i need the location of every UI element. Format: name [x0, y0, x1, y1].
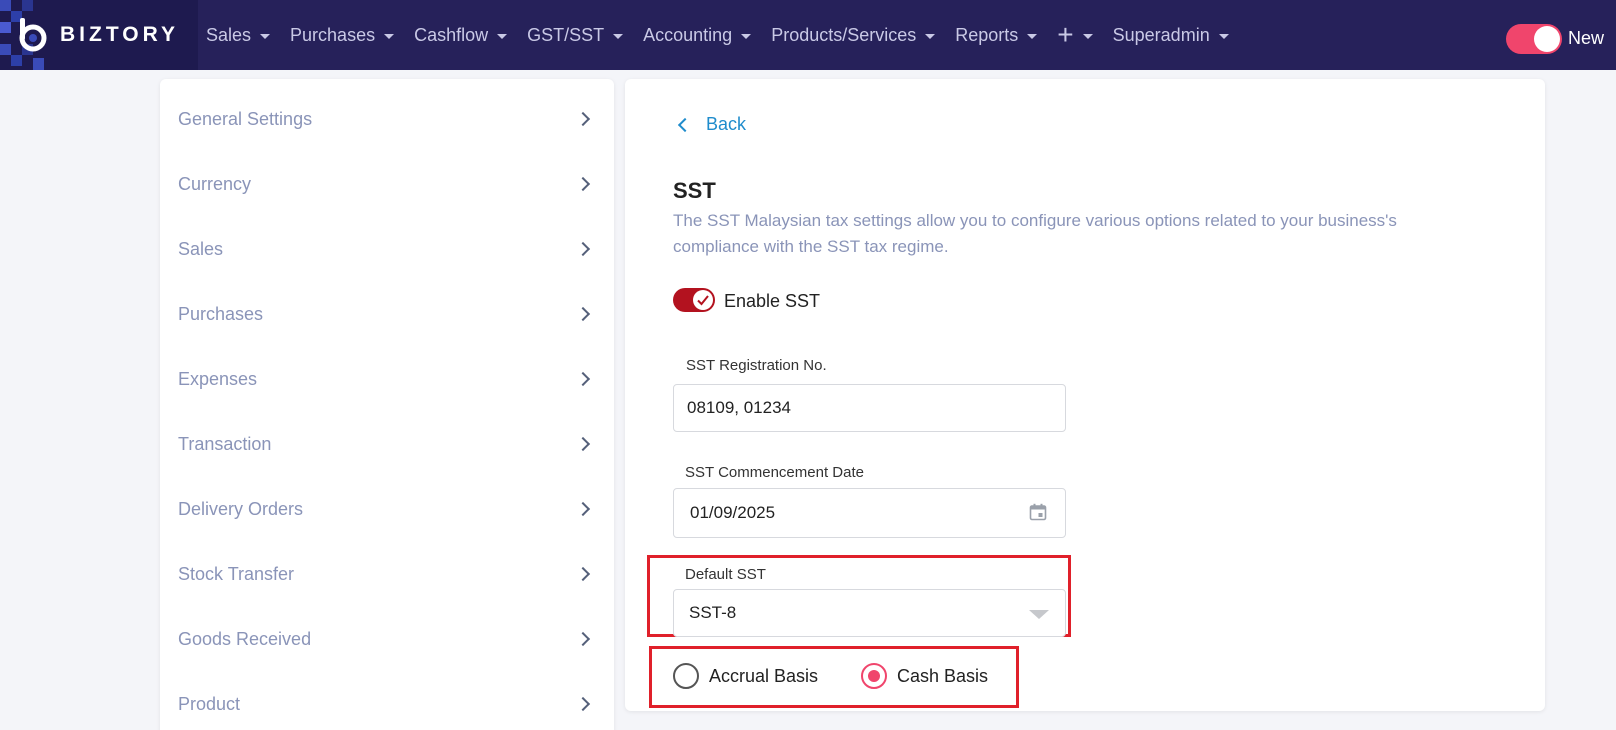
- caret-down-icon: [1027, 33, 1038, 39]
- back-label: Back: [706, 114, 747, 134]
- commencement-value: 01/09/2025: [690, 503, 776, 522]
- caret-down-icon: [384, 33, 395, 39]
- user-name: Superadmin: [1112, 24, 1210, 45]
- sidebar-item-expenses[interactable]: Expenses: [178, 359, 598, 399]
- enable-sst-label: Enable SST: [724, 291, 821, 311]
- radio-label: Cash Basis: [897, 665, 989, 686]
- nav-label: Purchases: [290, 24, 376, 45]
- page-description: The SST Malaysian tax settings allow you…: [673, 211, 1397, 256]
- chevron-right-icon: [575, 111, 591, 127]
- plus-icon: +: [1057, 19, 1074, 50]
- sidebar-item-label: Product: [178, 693, 241, 714]
- chevron-right-icon: [575, 696, 591, 712]
- new-ui-label: New: [1568, 28, 1605, 48]
- caret-down-icon: [1218, 33, 1229, 39]
- sidebar-item-delivery-orders[interactable]: Delivery Orders: [178, 489, 598, 529]
- nav-label: Sales: [206, 24, 252, 45]
- chevron-right-icon: [575, 566, 591, 582]
- brand-logo[interactable]: BIZTORY: [0, 0, 198, 70]
- main-nav: Sales Purchases Cashflow GST/SST Account…: [206, 0, 1249, 70]
- sidebar-item-purchases[interactable]: Purchases: [178, 294, 598, 334]
- caret-down-icon: [613, 33, 624, 39]
- nav-label: Cashflow: [414, 24, 489, 45]
- chevron-right-icon: [575, 631, 591, 647]
- page-title: SST: [673, 178, 716, 203]
- nav-accounting[interactable]: Accounting: [643, 24, 752, 46]
- commencement-label: SST Commencement Date: [685, 464, 864, 481]
- sidebar-item-label: Purchases: [178, 303, 264, 324]
- sidebar-item-label: Expenses: [178, 368, 258, 389]
- caret-down-icon: [497, 33, 508, 39]
- nav-label: Products/Services: [771, 24, 917, 45]
- enable-sst-toggle[interactable]: [673, 288, 715, 312]
- cash-basis-radio[interactable]: Cash Basis: [861, 663, 988, 689]
- nav-sales[interactable]: Sales: [206, 24, 271, 46]
- sidebar-item-general-settings[interactable]: General Settings: [178, 99, 598, 139]
- chevron-right-icon: [575, 176, 591, 192]
- accrual-basis-radio[interactable]: Accrual Basis: [673, 663, 818, 689]
- nav-reports[interactable]: Reports: [955, 24, 1038, 46]
- nav-quick-add[interactable]: +: [1057, 19, 1093, 50]
- registration-value: 08109, 01234: [687, 398, 791, 417]
- sidebar-item-label: General Settings: [178, 108, 313, 129]
- sidebar-item-product[interactable]: Product: [178, 684, 598, 724]
- sst-registration-input[interactable]: 08109, 01234: [673, 384, 1066, 432]
- sidebar-item-stock-transfer[interactable]: Stock Transfer: [178, 554, 598, 594]
- caret-down-icon: [925, 33, 936, 39]
- sidebar-item-currency[interactable]: Currency: [178, 164, 598, 204]
- calendar-icon[interactable]: [1029, 503, 1047, 521]
- default-sst-select[interactable]: SST-8: [673, 589, 1066, 637]
- toggle-knob: [693, 290, 713, 310]
- sidebar-item-goods-received[interactable]: Goods Received: [178, 619, 598, 659]
- chevron-left-icon: [677, 117, 693, 132]
- check-icon: [697, 295, 709, 306]
- caret-down-icon: [741, 33, 752, 39]
- nav-products-services[interactable]: Products/Services: [771, 24, 936, 46]
- sidebar-item-label: Stock Transfer: [178, 563, 295, 584]
- chevron-right-icon: [575, 306, 591, 322]
- caret-down-icon: [1082, 33, 1093, 39]
- chevron-right-icon: [575, 436, 591, 452]
- chevron-right-icon: [575, 241, 591, 257]
- sidebar-item-sales[interactable]: Sales: [178, 229, 598, 269]
- nav-label: Reports: [955, 24, 1019, 45]
- nav-label: Accounting: [643, 24, 733, 45]
- chevron-right-icon: [575, 371, 591, 387]
- new-ui-toggle[interactable]: [1506, 24, 1562, 54]
- sst-commencement-date-input[interactable]: 01/09/2025: [673, 488, 1066, 538]
- radio-circle-icon: [673, 663, 699, 689]
- top-navigation-bar: BIZTORY Sales Purchases Cashflow GST/SST…: [0, 0, 1616, 70]
- toggle-knob: [1534, 26, 1560, 52]
- registration-label: SST Registration No.: [686, 357, 827, 374]
- sidebar-item-label: Sales: [178, 238, 224, 259]
- sidebar-item-label: Delivery Orders: [178, 498, 304, 519]
- sidebar-item-transaction[interactable]: Transaction: [178, 424, 598, 464]
- sidebar-item-label: Currency: [178, 173, 252, 194]
- nav-cashflow[interactable]: Cashflow: [414, 24, 508, 46]
- nav-user-menu[interactable]: Superadmin: [1113, 25, 1229, 46]
- dropdown-caret-icon: [1029, 610, 1049, 619]
- biztory-logo-icon: [19, 18, 47, 52]
- radio-label: Accrual Basis: [709, 665, 819, 686]
- brand-name: BIZTORY: [60, 23, 180, 46]
- sidebar-item-label: Transaction: [178, 433, 272, 454]
- settings-sidebar: General Settings Currency Sales Purchase…: [160, 79, 614, 730]
- nav-label: GST/SST: [527, 24, 605, 45]
- default-sst-value: SST-8: [689, 603, 737, 622]
- chevron-right-icon: [575, 501, 591, 517]
- nav-gst-sst[interactable]: GST/SST: [527, 24, 624, 46]
- sidebar-item-label: Goods Received: [178, 628, 312, 649]
- caret-down-icon: [260, 33, 271, 39]
- default-sst-label: Default SST: [685, 566, 766, 583]
- nav-purchases[interactable]: Purchases: [290, 24, 395, 46]
- radio-circle-icon: [861, 663, 887, 689]
- back-button[interactable]: Back: [677, 114, 747, 135]
